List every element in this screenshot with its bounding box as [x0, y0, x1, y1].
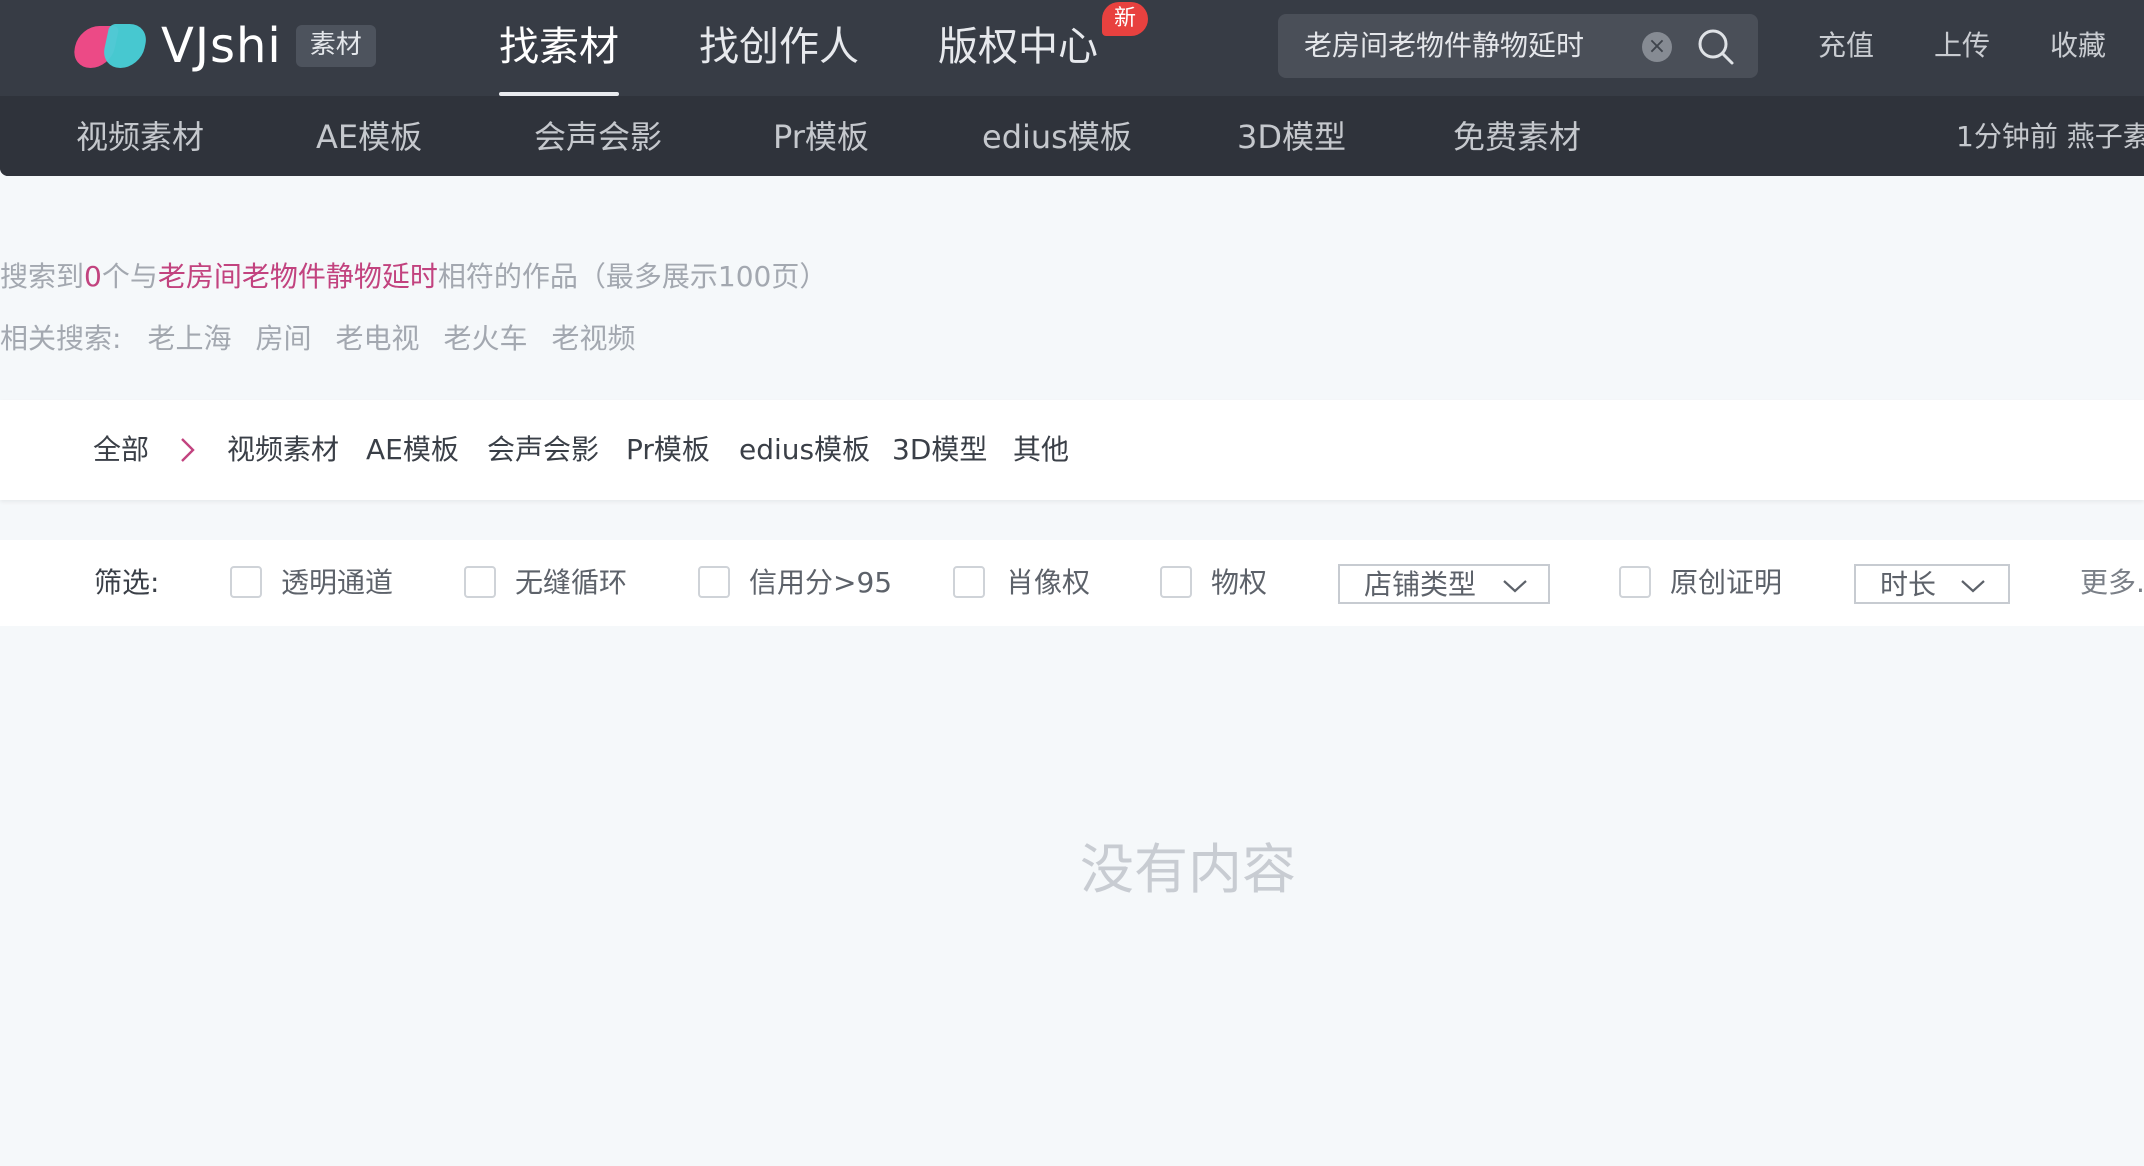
active-tab-underline: [499, 92, 619, 96]
checkbox-portrait-rights[interactable]: [953, 566, 985, 598]
logo-mark-icon: [70, 22, 151, 70]
category-ae[interactable]: AE模板: [366, 431, 459, 469]
related-keyword[interactable]: 老视频: [552, 320, 636, 358]
activity-ticker[interactable]: 1分钟前 燕子素: [1956, 118, 2144, 156]
empty-state-message: 没有内容: [1080, 838, 1296, 901]
new-badge: 新: [1102, 2, 1148, 36]
sub-nav-edius[interactable]: edius模板: [982, 116, 1132, 158]
upload-link[interactable]: 上传: [1934, 28, 1990, 64]
checkbox-property-rights[interactable]: [1160, 566, 1192, 598]
tab-label: 版权中心: [938, 24, 1098, 70]
related-label: 相关搜索:: [0, 322, 122, 355]
related-keyword[interactable]: 老火车: [443, 320, 527, 358]
checkbox-label[interactable]: 无缝循环: [515, 564, 627, 602]
summary-middle: 个与: [101, 260, 158, 293]
favorites-link[interactable]: 收藏: [2050, 28, 2106, 64]
tab-copyright-center[interactable]: 版权中心: [938, 22, 1098, 72]
sub-nav-3d[interactable]: 3D模型: [1237, 116, 1346, 158]
checkbox-original-proof[interactable]: [1619, 566, 1651, 598]
category-bar: 全部 视频素材 AE模板 会声会影 Pr模板 edius模板 3D模型 其他: [0, 400, 2144, 500]
summary-prefix: 搜索到: [0, 260, 85, 293]
filter-bar: 筛选: 透明通道 无缝循环 信用分>95 肖像权 物权 店铺类型 原创证明 时长…: [0, 540, 2144, 626]
logo[interactable]: VJshi 素材: [70, 18, 376, 74]
checkbox-label[interactable]: 透明通道: [281, 564, 393, 602]
logo-text: VJshi: [161, 18, 282, 74]
sub-nav-video[interactable]: 视频素材: [76, 116, 204, 158]
sub-nav-ae[interactable]: AE模板: [316, 116, 422, 158]
checkbox-label[interactable]: 信用分>95: [749, 564, 892, 602]
sub-nav-pr[interactable]: Pr模板: [773, 116, 869, 158]
related-searches: 相关搜索: 老上海 房间 老电视 老火车 老视频: [0, 320, 636, 358]
category-pr[interactable]: Pr模板: [626, 431, 710, 469]
select-value: 时长: [1880, 568, 1937, 601]
search-icon[interactable]: [1696, 27, 1736, 67]
checkbox-seamless-loop[interactable]: [464, 566, 496, 598]
filter-label: 筛选:: [94, 566, 160, 599]
category-3d[interactable]: 3D模型: [892, 431, 987, 469]
sub-nav-huisheng[interactable]: 会声会影: [534, 116, 662, 158]
search-box[interactable]: 老房间老物件静物延时 ×: [1278, 14, 1758, 78]
recharge-link[interactable]: 充值: [1818, 28, 1874, 64]
category-other[interactable]: 其他: [1013, 431, 1069, 469]
search-input[interactable]: 老房间老物件静物延时: [1304, 14, 1584, 78]
search-keyword: 老房间老物件静物延时: [157, 260, 438, 293]
checkbox-label[interactable]: 物权: [1211, 564, 1267, 602]
page: VJshi 素材 找素材 找创作人 版权中心 新 老房间老物件静物延时 × 充值…: [0, 0, 2144, 1166]
clear-search-button[interactable]: ×: [1642, 32, 1672, 62]
summary-suffix: 相符的作品（最多展示100页）: [437, 260, 828, 293]
chevron-down-icon: [1503, 580, 1527, 593]
search-summary: 搜索到0个与老房间老物件静物延时相符的作品（最多展示100页）: [0, 258, 827, 296]
sub-nav-free[interactable]: 免费素材: [1453, 116, 1581, 158]
category-huisheng[interactable]: 会声会影: [487, 431, 599, 469]
chevron-right-icon: [181, 438, 195, 462]
category-edius[interactable]: edius模板: [739, 431, 870, 469]
tab-label: 找素材: [499, 24, 619, 70]
related-keyword[interactable]: 房间: [255, 320, 311, 358]
checkbox-transparent-channel[interactable]: [230, 566, 262, 598]
select-value: 店铺类型: [1364, 568, 1477, 601]
checkbox-label[interactable]: 原创证明: [1670, 564, 1782, 602]
category-video[interactable]: 视频素材: [227, 431, 339, 469]
tab-find-creator[interactable]: 找创作人: [699, 22, 859, 72]
checkbox-credit-score[interactable]: [698, 566, 730, 598]
related-keyword[interactable]: 老上海: [147, 320, 231, 358]
more-filters-link[interactable]: 更多.: [2080, 564, 2144, 602]
tab-find-material[interactable]: 找素材: [499, 22, 619, 96]
tab-label: 找创作人: [699, 24, 859, 70]
category-all[interactable]: 全部: [93, 431, 149, 469]
store-type-select[interactable]: 店铺类型: [1338, 564, 1550, 604]
chevron-down-icon: [1961, 580, 1985, 593]
related-keyword[interactable]: 老电视: [335, 320, 419, 358]
result-count: 0: [84, 260, 102, 293]
logo-badge: 素材: [295, 25, 376, 67]
duration-select[interactable]: 时长: [1854, 564, 2010, 604]
top-header: VJshi 素材 找素材 找创作人 版权中心 新 老房间老物件静物延时 × 充值…: [0, 0, 2144, 176]
checkbox-label[interactable]: 肖像权: [1006, 564, 1090, 602]
